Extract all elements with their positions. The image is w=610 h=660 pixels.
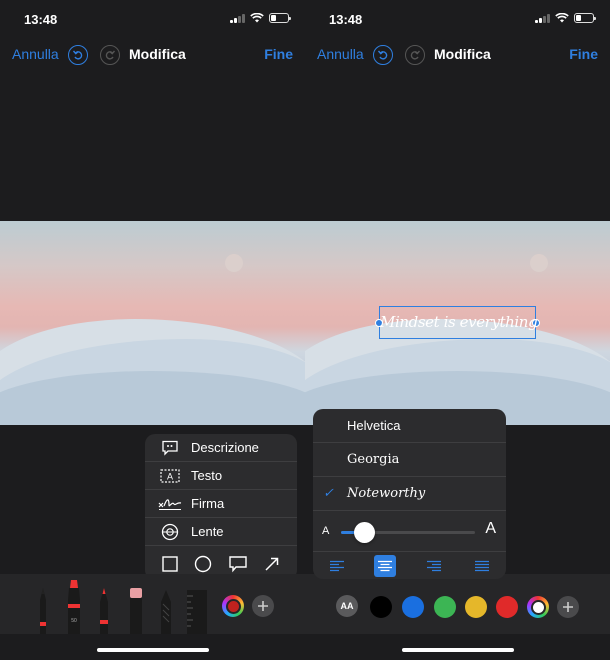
add-icon[interactable] [252, 595, 274, 617]
annotation-text[interactable]: Mindset is everything [380, 313, 538, 331]
font-popover: Helvetica Georgia ✓ Noteworthy A A [313, 409, 506, 579]
wifi-icon [250, 13, 264, 23]
alignment-row [313, 551, 506, 579]
menu-item-testo[interactable]: A Testo [145, 462, 297, 490]
cancel-button[interactable]: Annulla [12, 46, 59, 62]
moon [225, 254, 243, 272]
signal-icon [535, 13, 550, 23]
speech-bubble-icon[interactable] [228, 555, 248, 573]
menu-item-firma[interactable]: Firma [145, 490, 297, 518]
nav-bar: Annulla Modifica Fine [305, 38, 610, 72]
redo-icon[interactable] [405, 45, 425, 65]
marker-icon[interactable]: 50 [66, 578, 82, 634]
signal-icon [230, 13, 245, 23]
battery-icon [574, 13, 596, 23]
font-size-slider-row: A A [313, 515, 506, 551]
ruler-icon[interactable] [186, 588, 208, 634]
done-button[interactable]: Fine [569, 46, 598, 62]
color-swatch-black[interactable] [370, 596, 392, 618]
redo-icon[interactable] [100, 45, 120, 65]
font-option-noteworthy[interactable]: ✓ Noteworthy [313, 477, 506, 511]
font-size-track[interactable] [341, 522, 475, 543]
checkmark-icon: ✓ [323, 486, 334, 501]
done-button[interactable]: Fine [264, 46, 293, 62]
color-swatch-red[interactable] [496, 596, 518, 618]
add-icon[interactable] [557, 596, 579, 618]
page-title: Modifica [434, 46, 491, 62]
color-swatch-blue[interactable] [402, 596, 424, 618]
text-annotation-box[interactable]: Mindset is everything [375, 306, 540, 339]
small-size-label: A [322, 525, 330, 537]
status-time: 13:48 [329, 12, 363, 27]
desert-photo [0, 221, 305, 425]
pen-size-label: 50 [71, 618, 77, 624]
speech-bubble-icon [157, 438, 183, 458]
status-bar: 13:48 [0, 0, 305, 38]
moon [530, 254, 548, 272]
large-size-label: A [485, 520, 496, 537]
wifi-icon [555, 13, 569, 23]
nav-bar: Annulla Modifica Fine [0, 38, 305, 72]
cancel-button[interactable]: Annulla [317, 46, 364, 62]
text-box-icon: A [157, 466, 183, 486]
svg-text:A: A [167, 471, 173, 481]
menu-item-lente[interactable]: Lente [145, 518, 297, 546]
circle-icon[interactable] [194, 555, 212, 573]
lasso-icon[interactable] [158, 588, 174, 634]
arrow-icon[interactable] [263, 555, 281, 573]
battery-icon [269, 13, 291, 23]
pen-icon[interactable] [36, 586, 50, 634]
home-indicator[interactable] [96, 648, 209, 652]
left-screen: 13:48 Annulla Modifica Fine Descrizione … [0, 0, 305, 660]
color-swatch-yellow[interactable] [465, 596, 487, 618]
page-title: Modifica [129, 46, 186, 62]
align-justify-icon[interactable] [471, 555, 493, 577]
font-size-thumb[interactable] [353, 522, 375, 543]
align-left-icon[interactable] [326, 555, 348, 577]
color-swatch-green[interactable] [434, 596, 456, 618]
color-picker-icon[interactable] [222, 595, 244, 617]
home-indicator[interactable] [401, 648, 514, 652]
color-picker-icon[interactable] [527, 596, 549, 618]
menu-item-descrizione[interactable]: Descrizione [145, 434, 297, 462]
markup-add-menu: Descrizione A Testo Firma Lente [145, 434, 297, 580]
align-right-icon[interactable] [423, 555, 445, 577]
font-option-helvetica[interactable]: Helvetica [313, 409, 506, 443]
magnifier-icon [157, 522, 183, 542]
undo-icon[interactable] [373, 45, 393, 65]
undo-icon[interactable] [68, 45, 88, 65]
pencil-icon[interactable] [97, 586, 111, 634]
align-center-icon[interactable] [374, 554, 397, 577]
markup-toolbar: 50 [0, 574, 305, 634]
square-icon[interactable] [161, 555, 179, 573]
font-style-button[interactable]: AA [336, 595, 358, 617]
font-option-georgia[interactable]: Georgia [313, 443, 506, 477]
status-time: 13:48 [24, 12, 58, 27]
signature-icon [157, 494, 183, 514]
eraser-icon[interactable] [128, 586, 144, 634]
status-bar: 13:48 [305, 0, 610, 38]
